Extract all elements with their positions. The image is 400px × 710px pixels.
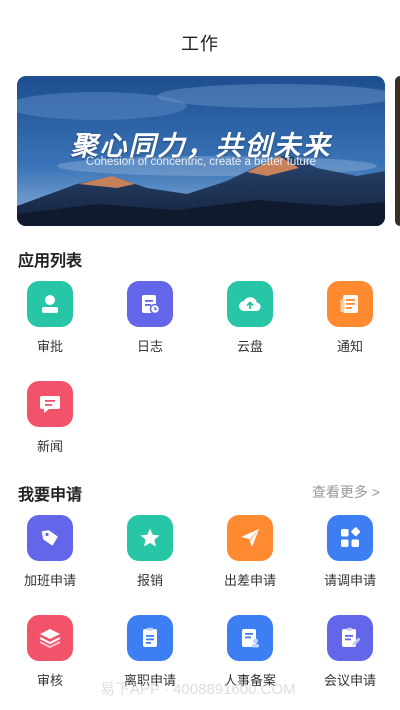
banner-subtitle: Cohesion of concentric, create a better … xyxy=(85,156,317,168)
apply-item-reimburse[interactable]: 报销 xyxy=(110,515,190,589)
app-item-label: 新闻 xyxy=(36,439,63,454)
person-file-icon xyxy=(227,615,273,661)
apply-item-meeting[interactable]: 会议申请 xyxy=(310,615,390,689)
apply-item-overtime[interactable]: 加班申请 xyxy=(10,515,90,589)
app-item-label: 审批 xyxy=(36,339,63,354)
app-item-label: 云盘 xyxy=(236,339,263,354)
apply-item-label: 出差申请 xyxy=(223,573,276,588)
app-item-approval[interactable]: 审批 xyxy=(10,281,90,355)
paper-plane-icon xyxy=(227,515,273,561)
apply-item-label: 请调申请 xyxy=(323,573,376,588)
grid-icon xyxy=(327,515,373,561)
cloud-upload-icon xyxy=(227,281,273,327)
apply-item-review[interactable]: 审核 xyxy=(10,615,90,689)
view-more-link[interactable]: 查看更多 > xyxy=(312,482,380,502)
apply-item-label: 加班申请 xyxy=(23,573,76,588)
next-banner-peek[interactable] xyxy=(395,76,400,226)
app-item-log[interactable]: 日志 xyxy=(110,281,190,355)
apply-item-transfer[interactable]: 请调申请 xyxy=(310,515,390,589)
edit-file-icon xyxy=(327,615,373,661)
apply-item-business-trip[interactable]: 出差申请 xyxy=(210,515,290,589)
star-icon xyxy=(127,515,173,561)
layers-icon xyxy=(27,615,73,661)
app-item-label: 日志 xyxy=(136,339,163,354)
log-icon xyxy=(127,281,173,327)
notice-icon xyxy=(327,281,373,327)
app-item-news[interactable]: 新闻 xyxy=(10,381,90,455)
page-title: 工作 xyxy=(181,34,219,54)
apply-item-label: 报销 xyxy=(136,573,163,588)
apply-section-title: 我要申请 xyxy=(18,487,83,504)
app-item-notice[interactable]: 通知 xyxy=(310,281,390,355)
watermark: 易下APP · 4008891600.COM xyxy=(100,681,296,698)
app-item-label: 通知 xyxy=(336,339,363,354)
person-icon xyxy=(27,281,73,327)
apply-item-label: 审核 xyxy=(36,673,63,688)
apply-item-label: 会议申请 xyxy=(323,673,376,688)
chat-icon xyxy=(27,381,73,427)
app-item-cloud-drive[interactable]: 云盘 xyxy=(210,281,290,355)
banner[interactable]: 聚心同力，共创未来 Cohesion of concentric, create… xyxy=(17,76,385,226)
app-list-title: 应用列表 xyxy=(18,253,83,270)
tag-icon xyxy=(27,515,73,561)
document-icon xyxy=(127,615,173,661)
